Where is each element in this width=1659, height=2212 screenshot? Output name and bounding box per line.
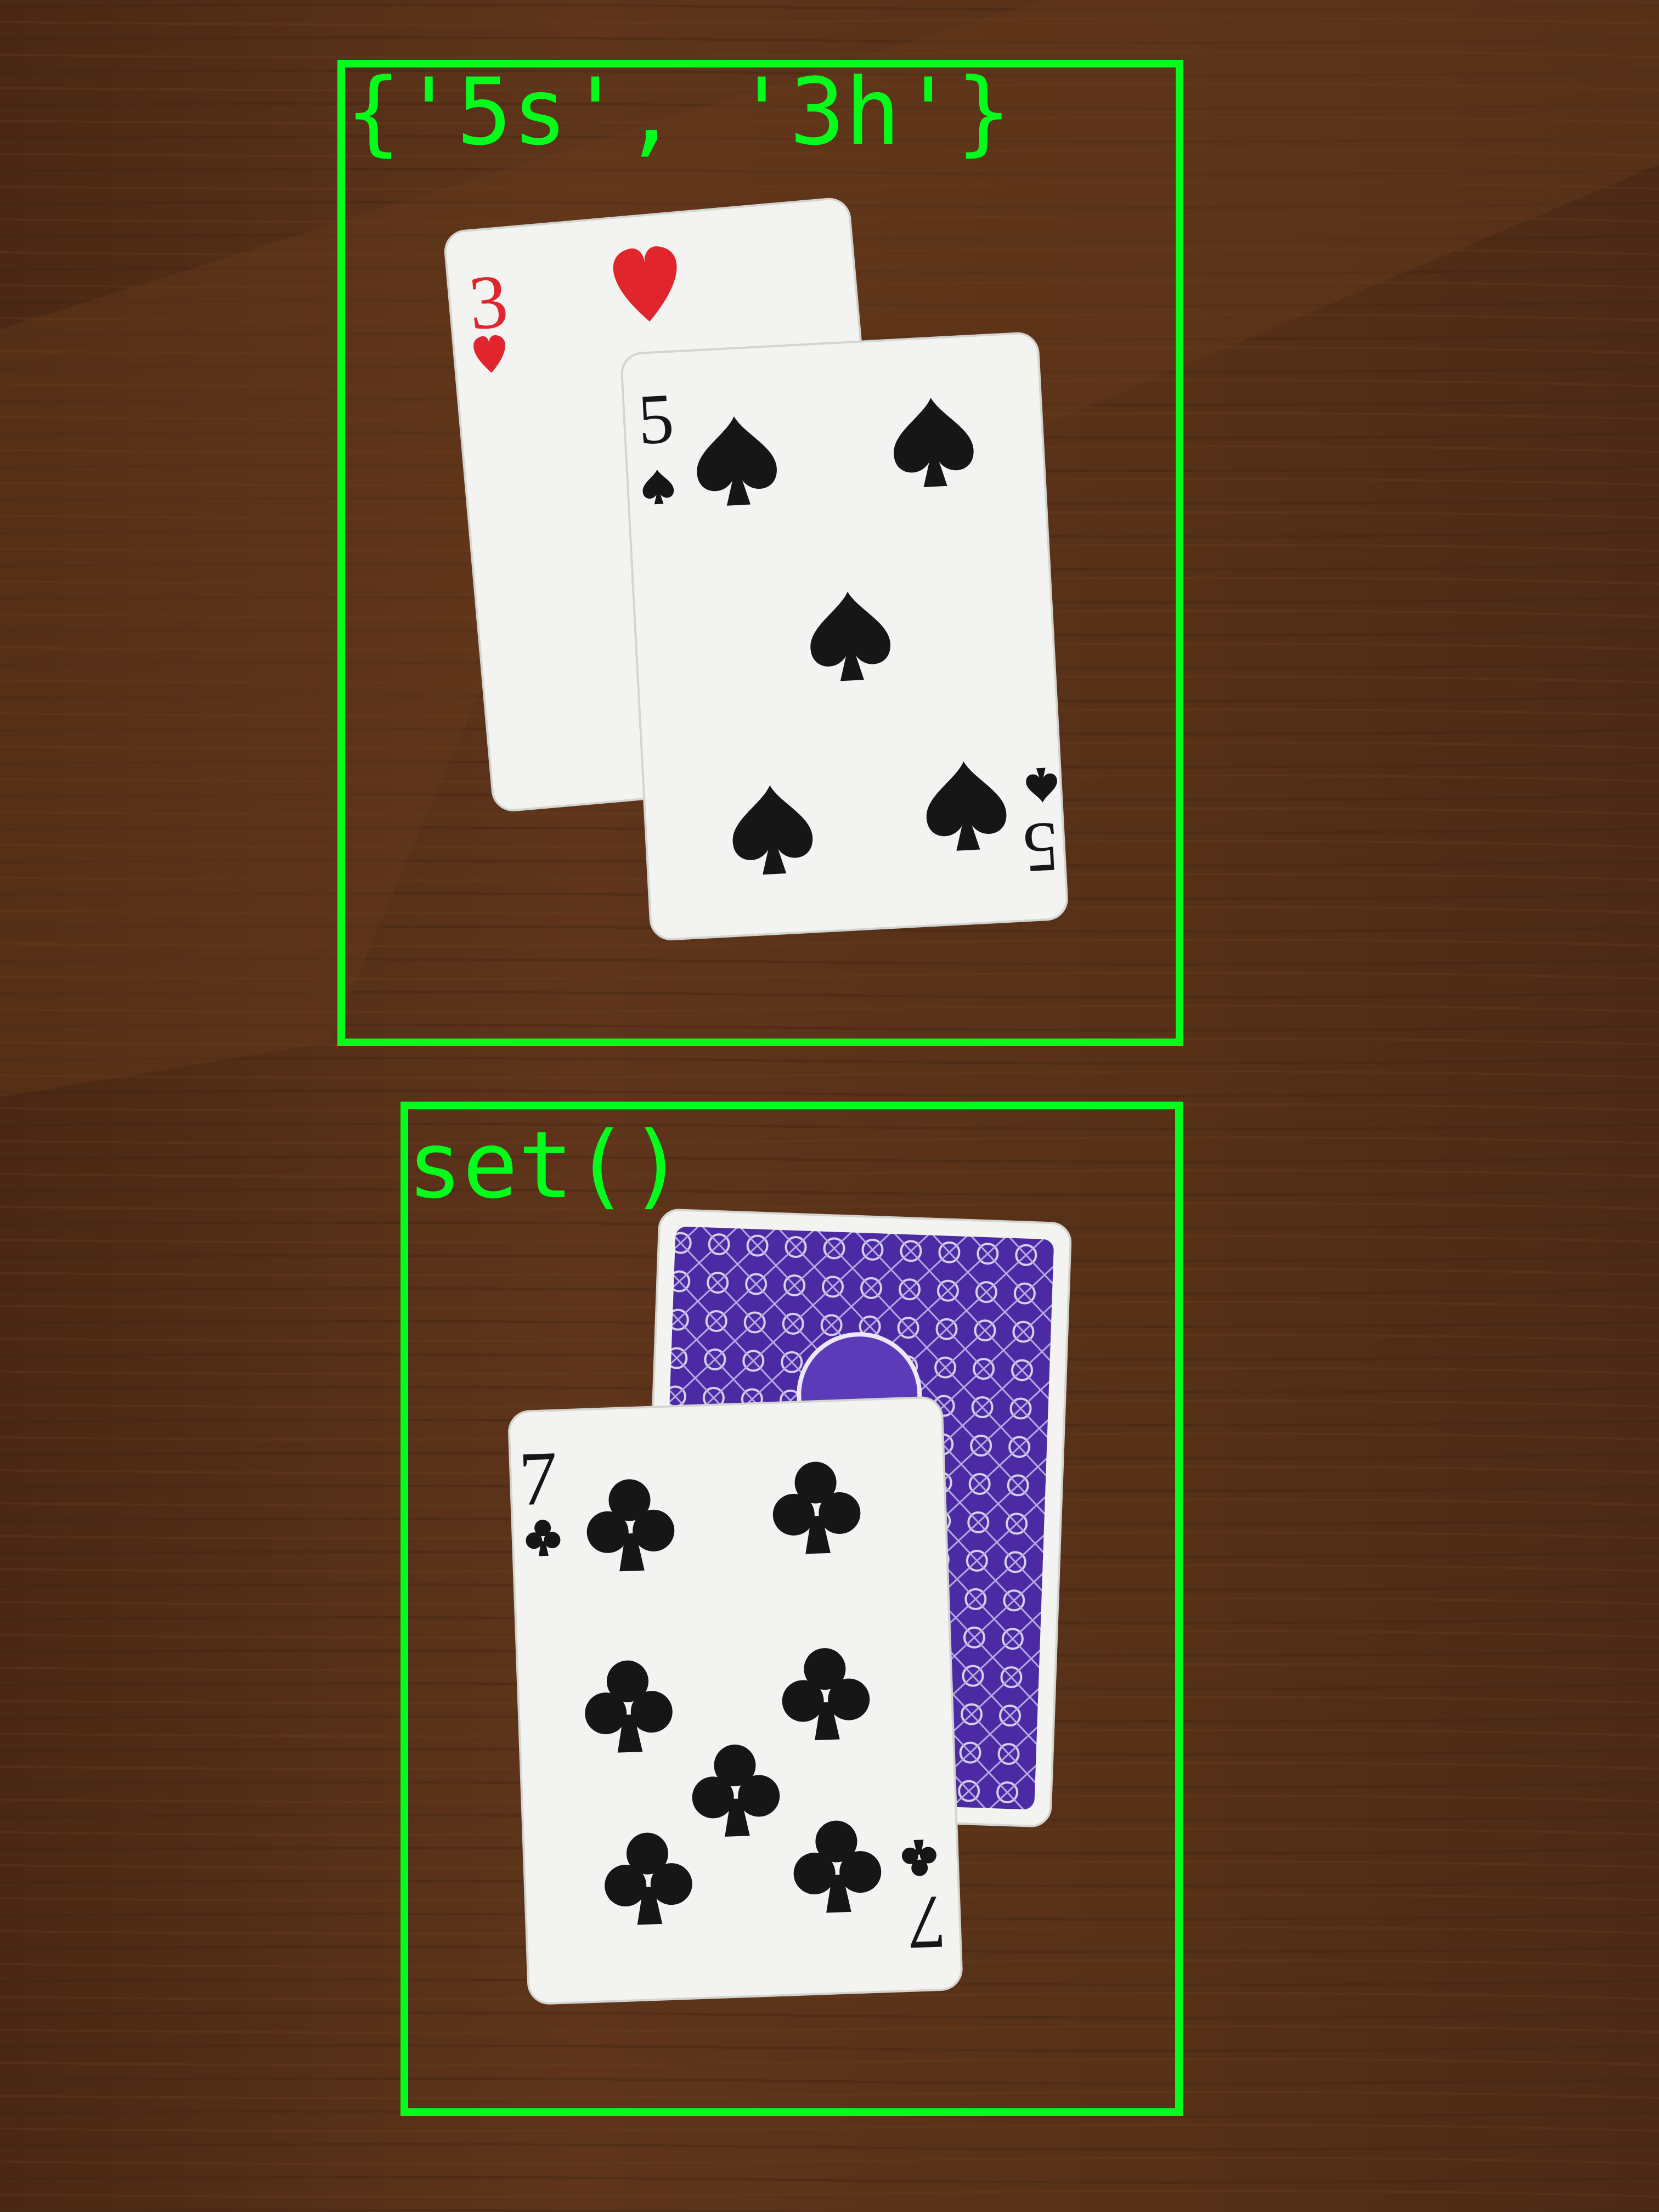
card-five-of-spades: 5 5	[620, 332, 1068, 941]
detection-label-bottom: set()	[407, 1111, 685, 1219]
card-rank: 3	[465, 258, 511, 347]
card-rank: 5	[636, 379, 675, 460]
card-rank: 5	[1021, 807, 1060, 888]
detection-label-top: {'5s', '3h'}	[346, 58, 1012, 166]
card-rank: 7	[906, 1880, 947, 1966]
card-seven-of-clubs: 7 7	[508, 1396, 963, 2005]
photo-scene: 3 5 5 7 7	[0, 0, 1659, 2212]
card-rank: 7	[517, 1436, 558, 1522]
